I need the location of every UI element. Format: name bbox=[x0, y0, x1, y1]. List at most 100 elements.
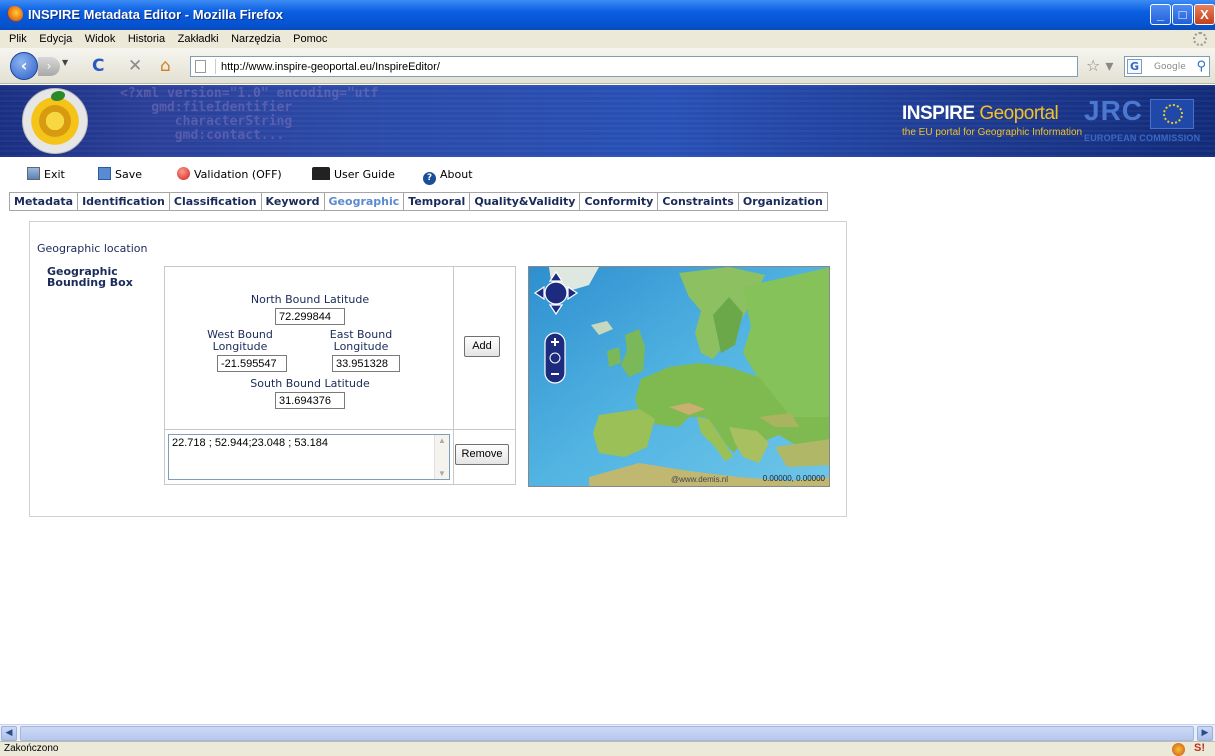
status-bar: Zakończono S! bbox=[0, 741, 1215, 756]
scroll-right-icon[interactable]: ▶ bbox=[1197, 726, 1213, 741]
geoportal-title: INSPIRE Geoportal bbox=[902, 103, 1059, 125]
scrollbar-thumb[interactable] bbox=[20, 726, 1194, 741]
back-button[interactable]: ‹ bbox=[10, 52, 38, 80]
bounding-box-list-value: 22.718 ; 52.944;23.048 ; 53.184 bbox=[172, 437, 328, 449]
menu-narzedzia[interactable]: Narzędzia bbox=[231, 30, 281, 45]
add-button[interactable]: Add bbox=[464, 336, 500, 357]
stop-icon[interactable]: ✕ bbox=[128, 57, 142, 75]
book-icon bbox=[312, 167, 330, 180]
forward-button[interactable]: › bbox=[38, 57, 60, 76]
address-bar[interactable]: http://www.inspire-geoportal.eu/InspireE… bbox=[190, 56, 1078, 77]
about-label: About bbox=[440, 168, 473, 181]
geographic-panel: Geographic location Geographic Bounding … bbox=[29, 221, 847, 517]
window-titlebar: INSPIRE Metadata Editor - Mozilla Firefo… bbox=[0, 0, 1215, 30]
help-icon: ? bbox=[423, 172, 436, 185]
east-longitude-input[interactable] bbox=[332, 355, 400, 372]
geoportal-subtitle: the EU portal for Geographic Information bbox=[902, 127, 1083, 138]
south-label: South Bound Latitude bbox=[250, 377, 370, 390]
menu-widok[interactable]: Widok bbox=[85, 30, 116, 45]
status-text: Zakończono bbox=[4, 743, 59, 754]
textarea-scrollbar[interactable]: ▲ ▼ bbox=[434, 435, 449, 479]
scroll-left-icon[interactable]: ◀ bbox=[1, 726, 17, 741]
maximize-button[interactable]: □ bbox=[1172, 4, 1193, 25]
north-latitude-input[interactable] bbox=[275, 308, 345, 325]
scroll-up-icon[interactable]: ▲ bbox=[438, 436, 446, 445]
site-banner: <?xml version="1.0" encoding="utf gmd:fi… bbox=[0, 85, 1215, 157]
remove-button[interactable]: Remove bbox=[455, 444, 509, 465]
bounding-box-label: Geographic Bounding Box bbox=[47, 265, 133, 289]
exit-button[interactable]: Exit bbox=[27, 167, 65, 183]
bounding-box-list: 22.718 ; 52.944;23.048 ; 53.184 ▲ ▼ bbox=[164, 429, 454, 485]
bookmark-star-icon[interactable]: ☆ ▾ bbox=[1086, 56, 1113, 75]
tab-metadata[interactable]: Metadata bbox=[9, 192, 79, 211]
tab-organization[interactable]: Organization bbox=[738, 192, 828, 211]
south-latitude-input[interactable] bbox=[275, 392, 345, 409]
west-longitude-input[interactable] bbox=[217, 355, 287, 372]
horizontal-scrollbar[interactable]: ◀ ▶ bbox=[0, 724, 1215, 741]
user-guide-label: User Guide bbox=[334, 168, 395, 181]
firefox-icon bbox=[6, 6, 23, 23]
window-title: INSPIRE Metadata Editor - Mozilla Firefo… bbox=[28, 7, 283, 22]
menu-edycja[interactable]: Edycja bbox=[39, 30, 72, 45]
spell-icon[interactable]: S! bbox=[1194, 742, 1205, 754]
europe-map[interactable]: @www.demis.nl 0.00000, 0.00000 bbox=[528, 266, 830, 487]
exit-icon bbox=[27, 167, 40, 180]
menu-pomoc[interactable]: Pomoc bbox=[293, 30, 327, 45]
editor-tabs: Metadata Identification Classification K… bbox=[9, 192, 828, 211]
add-column: Add bbox=[452, 266, 516, 430]
geoportal-word: Geoportal bbox=[979, 103, 1059, 124]
search-placeholder: Google bbox=[1154, 62, 1186, 72]
bounding-box-fields: North Bound Latitude West Bound Longitud… bbox=[164, 266, 454, 430]
history-dropdown-icon[interactable]: ▼ bbox=[62, 58, 72, 67]
close-button[interactable]: X bbox=[1194, 4, 1215, 25]
search-input[interactable]: G Google ⚲ bbox=[1124, 56, 1210, 77]
save-button[interactable]: Save bbox=[98, 167, 142, 183]
banner-xml-watermark: <?xml version="1.0" encoding="utf gmd:fi… bbox=[120, 86, 379, 143]
save-label: Save bbox=[115, 168, 143, 181]
user-guide-button[interactable]: User Guide bbox=[312, 167, 395, 183]
tab-conformity[interactable]: Conformity bbox=[580, 192, 659, 211]
editor-toolbar: Exit Save Validation (OFF) User Guide ? A… bbox=[0, 165, 900, 185]
page-icon bbox=[195, 60, 206, 73]
scroll-down-icon[interactable]: ▼ bbox=[438, 469, 446, 478]
addon-icon[interactable] bbox=[1172, 743, 1185, 756]
tab-keyword[interactable]: Keyword bbox=[261, 192, 325, 211]
menu-zakladki[interactable]: Zakładki bbox=[178, 30, 219, 45]
search-icon[interactable]: ⚲ bbox=[1196, 59, 1206, 74]
validation-icon bbox=[177, 167, 190, 180]
menu-historia[interactable]: Historia bbox=[128, 30, 165, 45]
about-button[interactable]: ? About bbox=[423, 167, 473, 185]
section-title: Geographic location bbox=[37, 242, 148, 255]
address-url[interactable]: http://www.inspire-geoportal.eu/InspireE… bbox=[221, 61, 440, 73]
inspire-logo bbox=[22, 88, 88, 154]
navigation-toolbar: ‹ › ▼ C ✕ ⌂ http://www.inspire-geoportal… bbox=[0, 48, 1215, 84]
jrc-logo: JRC EUROPEAN COMMISSION bbox=[1084, 95, 1212, 150]
map-credit: @www.demis.nl bbox=[671, 475, 729, 484]
home-icon[interactable]: ⌂ bbox=[160, 57, 171, 75]
tab-geographic[interactable]: Geographic bbox=[324, 192, 405, 211]
logo-center bbox=[39, 105, 71, 137]
urlbar-separator bbox=[215, 59, 216, 74]
map-coordinates: 0.00000, 0.00000 bbox=[762, 474, 825, 483]
save-icon bbox=[98, 167, 111, 180]
logo-leaf bbox=[51, 91, 65, 101]
minimize-button[interactable]: _ bbox=[1150, 4, 1171, 25]
jrc-text: JRC bbox=[1084, 95, 1144, 126]
google-icon[interactable]: G bbox=[1127, 59, 1142, 74]
tab-quality-validity[interactable]: Quality&Validity bbox=[470, 192, 581, 211]
remove-column: Remove bbox=[452, 429, 516, 485]
tab-identification[interactable]: Identification bbox=[78, 192, 170, 211]
tab-constraints[interactable]: Constraints bbox=[658, 192, 739, 211]
bounding-box-textarea[interactable]: 22.718 ; 52.944;23.048 ; 53.184 ▲ ▼ bbox=[168, 434, 450, 480]
validation-button[interactable]: Validation (OFF) bbox=[177, 167, 282, 183]
tab-classification[interactable]: Classification bbox=[169, 192, 262, 211]
reload-icon[interactable]: C bbox=[92, 57, 104, 75]
north-label: North Bound Latitude bbox=[250, 293, 370, 306]
exit-label: Exit bbox=[44, 168, 65, 181]
west-label: West Bound Longitude bbox=[207, 328, 273, 353]
menu-plik[interactable]: Plik bbox=[9, 30, 27, 45]
inspire-word: INSPIRE bbox=[902, 103, 975, 124]
throbber-icon bbox=[1193, 32, 1207, 46]
eu-flag-icon bbox=[1150, 99, 1194, 129]
tab-temporal[interactable]: Temporal bbox=[404, 192, 471, 211]
